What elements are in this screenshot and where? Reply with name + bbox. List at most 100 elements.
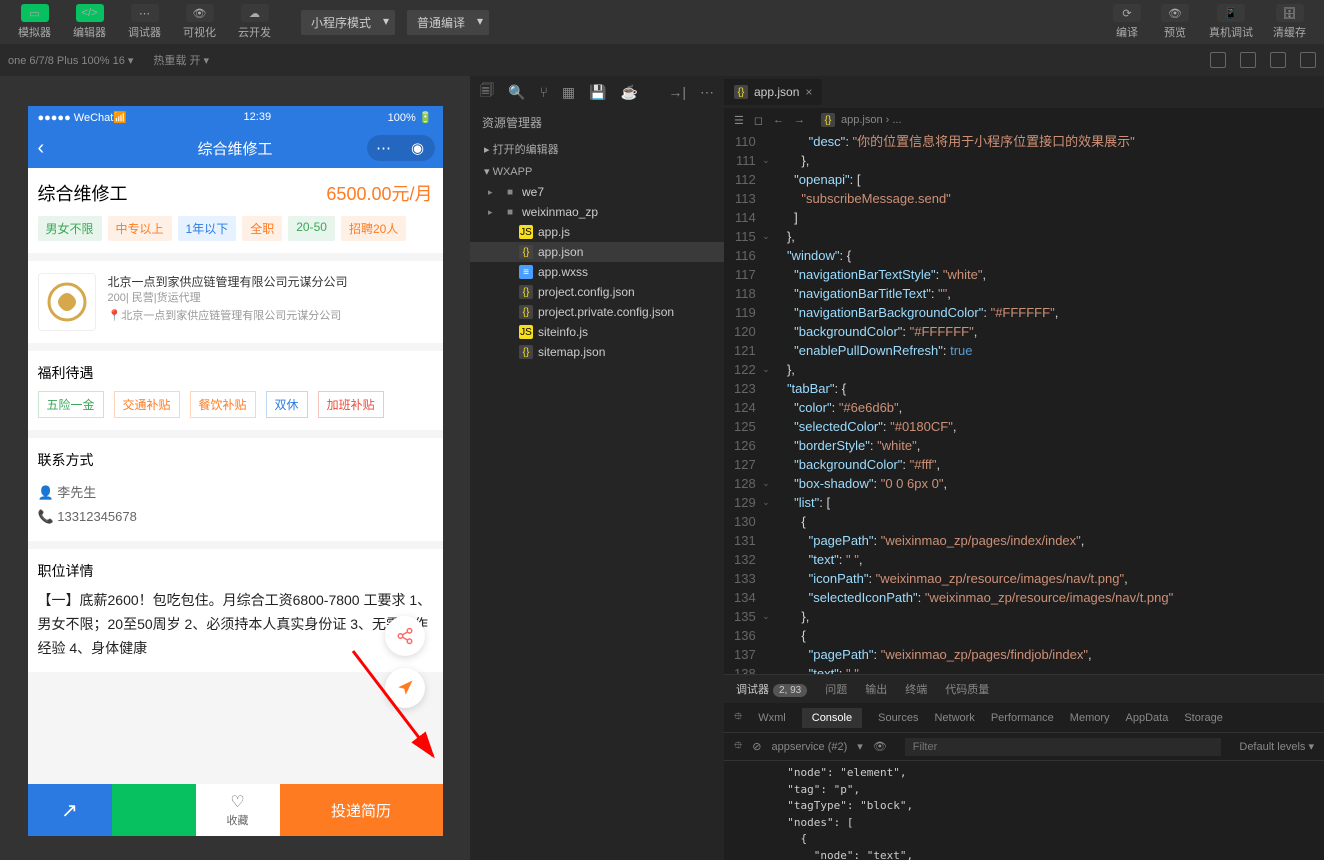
rotate-icon[interactable]	[1270, 52, 1286, 68]
clear-icon[interactable]: ⊘	[752, 740, 761, 753]
share-button[interactable]: ↗	[28, 784, 112, 836]
bottom-bar: ↗ 📞电话 ♡收藏 投递简历	[28, 784, 443, 836]
submit-button[interactable]: 投递简历	[280, 784, 443, 836]
cloud-toggle[interactable]: ☁云开发	[228, 0, 281, 44]
more-icon[interactable]: ⋯	[700, 84, 714, 101]
favorite-button[interactable]: ♡收藏	[196, 784, 280, 836]
nav-bar: ‹ 综合维修工 ⋯◉	[28, 128, 443, 168]
files-icon[interactable]: 🗐	[480, 80, 494, 104]
root-section[interactable]: ▾ WXAPP	[470, 161, 724, 182]
tree-item[interactable]: ▸■we7	[470, 182, 724, 202]
hotreload-toggle[interactable]: 热重载 开 ▾	[153, 52, 209, 68]
tree-item[interactable]: ▸■weixinmao_zp	[470, 202, 724, 222]
close-tab-icon[interactable]: ×	[805, 85, 812, 99]
coffee-icon[interactable]: ☕	[621, 84, 638, 101]
simulator-toggle[interactable]: ▭模拟器	[8, 0, 61, 44]
status-bar: ●●●●● WeChat📶 12:39 100% 🔋	[28, 106, 443, 128]
code-area[interactable]: "desc": "你的位置信息将用于小程序位置接口的效果展示" }, "open…	[780, 132, 1174, 674]
devtools-panel-tab[interactable]: Storage	[1184, 712, 1223, 724]
eye-icon[interactable]: 👁	[873, 740, 887, 753]
float-nav-button[interactable]	[385, 668, 425, 708]
company-logo[interactable]	[38, 273, 96, 331]
back-icon[interactable]: ‹	[38, 137, 45, 160]
tree-item[interactable]: JSsiteinfo.js	[470, 322, 724, 342]
job-tag: 1年以下	[178, 216, 237, 241]
search-icon[interactable]: 🔍	[508, 84, 525, 101]
explorer-panel: 🗐 🔍 ⑂ ▦ 💾 ☕ →| ⋯ 资源管理器 ▸ 打开的编辑器 ▾ WXAPP …	[470, 76, 724, 860]
salary: 6500.00元/月	[326, 180, 432, 206]
bookmark-icon[interactable]: ◻	[754, 114, 763, 127]
devtools-panel-tab[interactable]: Memory	[1070, 712, 1110, 724]
nav-back-icon[interactable]: ←	[773, 114, 784, 127]
console-panel: 调试器2, 93 问题 输出 终端 代码质量 ⯐ Wxml Console Sourc…	[724, 674, 1324, 860]
contact-phone[interactable]: 📞 13312345678	[38, 505, 433, 529]
float-share-button[interactable]	[385, 616, 425, 656]
problems-tab[interactable]: 问题	[825, 681, 847, 697]
debugger-toggle[interactable]: ⋯调试器	[118, 0, 171, 44]
refresh-icon[interactable]	[1210, 52, 1226, 68]
job-tag: 男女不限	[38, 216, 102, 241]
tree-item[interactable]: ≡app.wxss	[470, 262, 724, 282]
nav-fwd-icon[interactable]: →	[794, 114, 805, 127]
job-tag: 中专以上	[108, 216, 172, 241]
tree-item[interactable]: {}sitemap.json	[470, 342, 724, 362]
devtools-panel-tab[interactable]: Performance	[991, 712, 1054, 724]
context-select[interactable]: appservice (#2)	[771, 741, 847, 753]
benefit-tag: 双休	[266, 391, 308, 418]
console-output[interactable]: "node": "element", "tag": "p", "tagType"…	[724, 761, 1324, 860]
output-tab[interactable]: 输出	[865, 681, 887, 697]
phone-button[interactable]: 📞电话	[112, 784, 196, 836]
wifi-icon: 📶	[113, 112, 127, 124]
grid-icon[interactable]: ▦	[562, 84, 575, 101]
contact-name: 👤 李先生	[38, 478, 433, 505]
device-select[interactable]: one 6/7/8 Plus 100% 16 ▾	[8, 54, 133, 67]
benefit-tag: 餐饮补贴	[190, 391, 256, 418]
cut-icon[interactable]	[1300, 52, 1316, 68]
tree-item[interactable]: {}project.private.config.json	[470, 302, 724, 322]
terminal-tab[interactable]: 终端	[905, 681, 927, 697]
branch-icon[interactable]: ⑂	[539, 84, 547, 100]
job-tag: 20-50	[288, 216, 335, 241]
job-tag: 全职	[242, 216, 282, 241]
tree-item[interactable]: {}project.config.json	[470, 282, 724, 302]
home-icon[interactable]	[1240, 52, 1256, 68]
clear-cache-button[interactable]: 🗄清缓存	[1263, 0, 1316, 44]
editor-tab[interactable]: {}app.json×	[724, 79, 822, 105]
devtools-panel-tab[interactable]: Network	[934, 712, 974, 724]
job-description: 【一】底薪2600！包吃包住。月综合工资6800-7800 工要求 1、男女不限…	[38, 589, 433, 660]
breadcrumb: ☰◻←→ {}app.json › ...	[724, 108, 1324, 132]
quality-tab[interactable]: 代码质量	[945, 681, 989, 697]
devtools-panel-tab[interactable]: Console	[802, 708, 862, 728]
open-editors-section[interactable]: ▸ 打开的编辑器	[470, 137, 724, 161]
company-name[interactable]: 北京一点到家供应链管理有限公司元谋分公司	[108, 273, 433, 290]
debugger-tab[interactable]: 调试器2, 93	[736, 681, 807, 697]
mode-dropdown[interactable]: 小程序模式	[301, 10, 395, 35]
page-content[interactable]: 综合维修工 6500.00元/月 男女不限中专以上1年以下全职20-50招聘20…	[28, 168, 443, 784]
compile-dropdown[interactable]: 普通编译	[407, 10, 489, 35]
devtools-panel-tab[interactable]: Wxml	[758, 712, 786, 724]
benefit-tag: 加班补贴	[318, 391, 384, 418]
compile-button[interactable]: ⟳编译	[1103, 0, 1151, 44]
explorer-title: 资源管理器	[470, 108, 724, 137]
inspect-icon[interactable]: ⯐	[734, 737, 742, 756]
tree-item[interactable]: {}app.json	[470, 242, 724, 262]
element-picker-icon[interactable]: ⯐	[734, 708, 742, 727]
menu-icon[interactable]: ☰	[734, 114, 744, 127]
benefit-tag: 五险一金	[38, 391, 104, 418]
remote-debug-button[interactable]: 📱真机调试	[1199, 0, 1263, 44]
tree-item[interactable]: JSapp.js	[470, 222, 724, 242]
preview-button[interactable]: 👁预览	[1151, 0, 1199, 44]
levels-select[interactable]: Default levels ▾	[1239, 740, 1314, 753]
editor-toggle[interactable]: </>编辑器	[63, 0, 116, 44]
collapse-icon[interactable]: →|	[668, 84, 686, 100]
main-toolbar: ▭模拟器 </>编辑器 ⋯调试器 👁可视化 ☁云开发 小程序模式 普通编译 ⟳编…	[0, 0, 1324, 44]
visual-toggle[interactable]: 👁可视化	[173, 0, 226, 44]
save-icon[interactable]: 💾	[589, 84, 606, 101]
simulator-panel: ●●●●● WeChat📶 12:39 100% 🔋 ‹ 综合维修工 ⋯◉ 综合…	[0, 76, 470, 860]
capsule[interactable]: ⋯◉	[367, 135, 435, 161]
filter-input[interactable]	[905, 738, 1222, 756]
job-tag: 招聘20人	[341, 216, 406, 241]
sub-toolbar: one 6/7/8 Plus 100% 16 ▾ 热重载 开 ▾	[0, 44, 1324, 76]
devtools-panel-tab[interactable]: Sources	[878, 712, 918, 724]
devtools-panel-tab[interactable]: AppData	[1126, 712, 1169, 724]
